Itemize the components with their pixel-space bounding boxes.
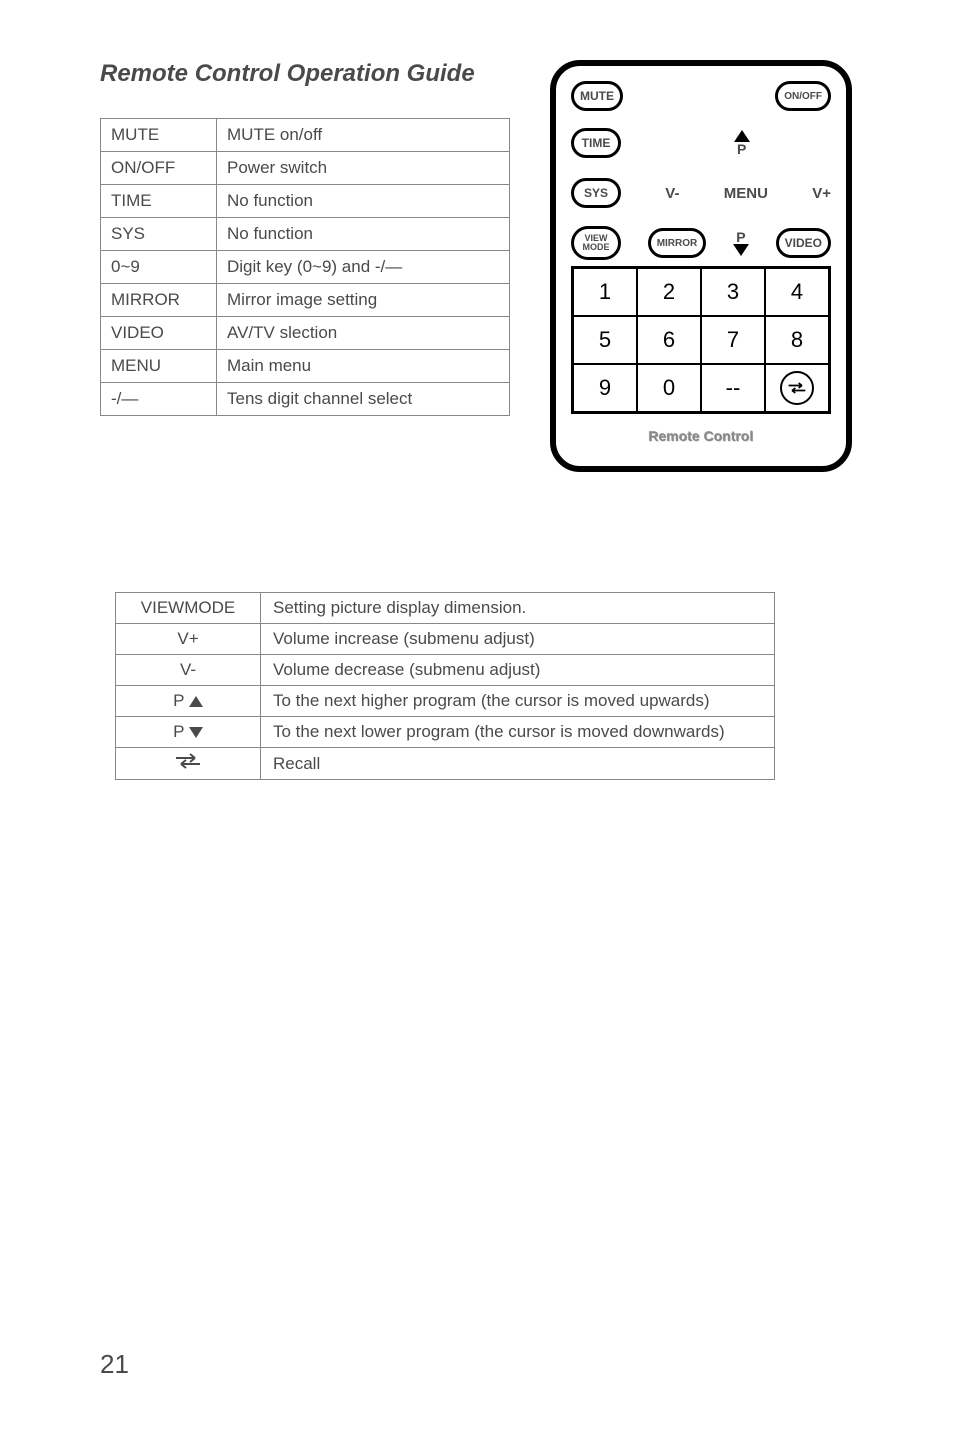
fn-key: ON/OFF [101, 152, 217, 185]
digit-recall [765, 364, 829, 412]
fn-key: V- [116, 655, 261, 686]
sys-button: SYS [571, 178, 621, 208]
arrow-down-icon [189, 727, 203, 738]
digit-2: 2 [637, 268, 701, 316]
remote-caption: Remote Control [556, 428, 846, 444]
fn-desc: Digit key (0~9) and -/— [217, 251, 510, 284]
digit-1: 1 [573, 268, 637, 316]
video-button: VIDEO [776, 228, 831, 258]
fn-key [116, 748, 261, 780]
table-row: SYSNo function [101, 218, 510, 251]
fn-desc: Volume increase (submenu adjust) [261, 624, 775, 655]
fn-key: VIDEO [101, 317, 217, 350]
v-plus-label: V+ [812, 185, 831, 202]
arrow-up-icon [189, 696, 203, 707]
digit-3: 3 [701, 268, 765, 316]
table-row: V-Volume decrease (submenu adjust) [116, 655, 775, 686]
table-row: TIMENo function [101, 185, 510, 218]
fn-desc: Volume decrease (submenu adjust) [261, 655, 775, 686]
fn-key: -/— [101, 383, 217, 416]
table-row: MUTEMUTE on/off [101, 119, 510, 152]
fn-key: MENU [101, 350, 217, 383]
function-table-1: MUTEMUTE on/off ON/OFFPower switch TIMEN… [100, 118, 510, 416]
fn-key: P [116, 686, 261, 717]
fn-key: TIME [101, 185, 217, 218]
table-row: Recall [116, 748, 775, 780]
table-row: 0~9Digit key (0~9) and -/— [101, 251, 510, 284]
p-down-label: P [733, 230, 749, 256]
fn-key: SYS [101, 218, 217, 251]
remote-control-diagram: MUTE ON/OFF TIME P SYS V- MENU V+ [550, 60, 852, 472]
fn-desc: Mirror image setting [217, 284, 510, 317]
fn-desc: No function [217, 218, 510, 251]
onoff-button: ON/OFF [775, 81, 831, 111]
triangle-down-icon [733, 244, 749, 256]
table-row: P To the next lower program (the cursor … [116, 717, 775, 748]
table-row: -/—Tens digit channel select [101, 383, 510, 416]
fn-desc: To the next higher program (the cursor i… [261, 686, 775, 717]
table-row: VIDEOAV/TV slection [101, 317, 510, 350]
table-row: P To the next higher program (the cursor… [116, 686, 775, 717]
fn-desc: Power switch [217, 152, 510, 185]
table-row: MENUMain menu [101, 350, 510, 383]
digit-6: 6 [637, 316, 701, 364]
function-table-2: VIEWMODESetting picture display dimensio… [115, 592, 775, 780]
table-row: V+Volume increase (submenu adjust) [116, 624, 775, 655]
v-minus-label: V- [665, 185, 679, 202]
fn-desc: AV/TV slection [217, 317, 510, 350]
viewmode-button: VIEW MODE [571, 226, 621, 260]
digit-5: 5 [573, 316, 637, 364]
digit-0: 0 [637, 364, 701, 412]
fn-desc: Main menu [217, 350, 510, 383]
fn-desc: MUTE on/off [217, 119, 510, 152]
table-row: ON/OFFPower switch [101, 152, 510, 185]
recall-icon [173, 753, 203, 769]
digit-dash: -- [701, 364, 765, 412]
page-number: 21 [100, 1349, 129, 1380]
fn-key: MIRROR [101, 284, 217, 317]
fn-desc: Tens digit channel select [217, 383, 510, 416]
p-up-label: P [734, 130, 750, 156]
fn-desc: No function [217, 185, 510, 218]
fn-desc: Setting picture display dimension. [261, 593, 775, 624]
fn-key: VIEWMODE [116, 593, 261, 624]
fn-key: V+ [116, 624, 261, 655]
table-row: VIEWMODESetting picture display dimensio… [116, 593, 775, 624]
menu-label: MENU [724, 185, 768, 202]
mute-button: MUTE [571, 81, 623, 111]
digit-8: 8 [765, 316, 829, 364]
time-button: TIME [571, 128, 621, 158]
digit-9: 9 [573, 364, 637, 412]
fn-key: P [116, 717, 261, 748]
recall-icon [780, 371, 814, 405]
fn-desc: To the next lower program (the cursor is… [261, 717, 775, 748]
digit-4: 4 [765, 268, 829, 316]
digit-grid: 1 2 3 4 5 6 7 8 9 0 -- [571, 266, 831, 414]
fn-key: MUTE [101, 119, 217, 152]
fn-desc: Recall [261, 748, 775, 780]
digit-7: 7 [701, 316, 765, 364]
mirror-button: MIRROR [648, 228, 707, 258]
fn-key: 0~9 [101, 251, 217, 284]
table-row: MIRRORMirror image setting [101, 284, 510, 317]
